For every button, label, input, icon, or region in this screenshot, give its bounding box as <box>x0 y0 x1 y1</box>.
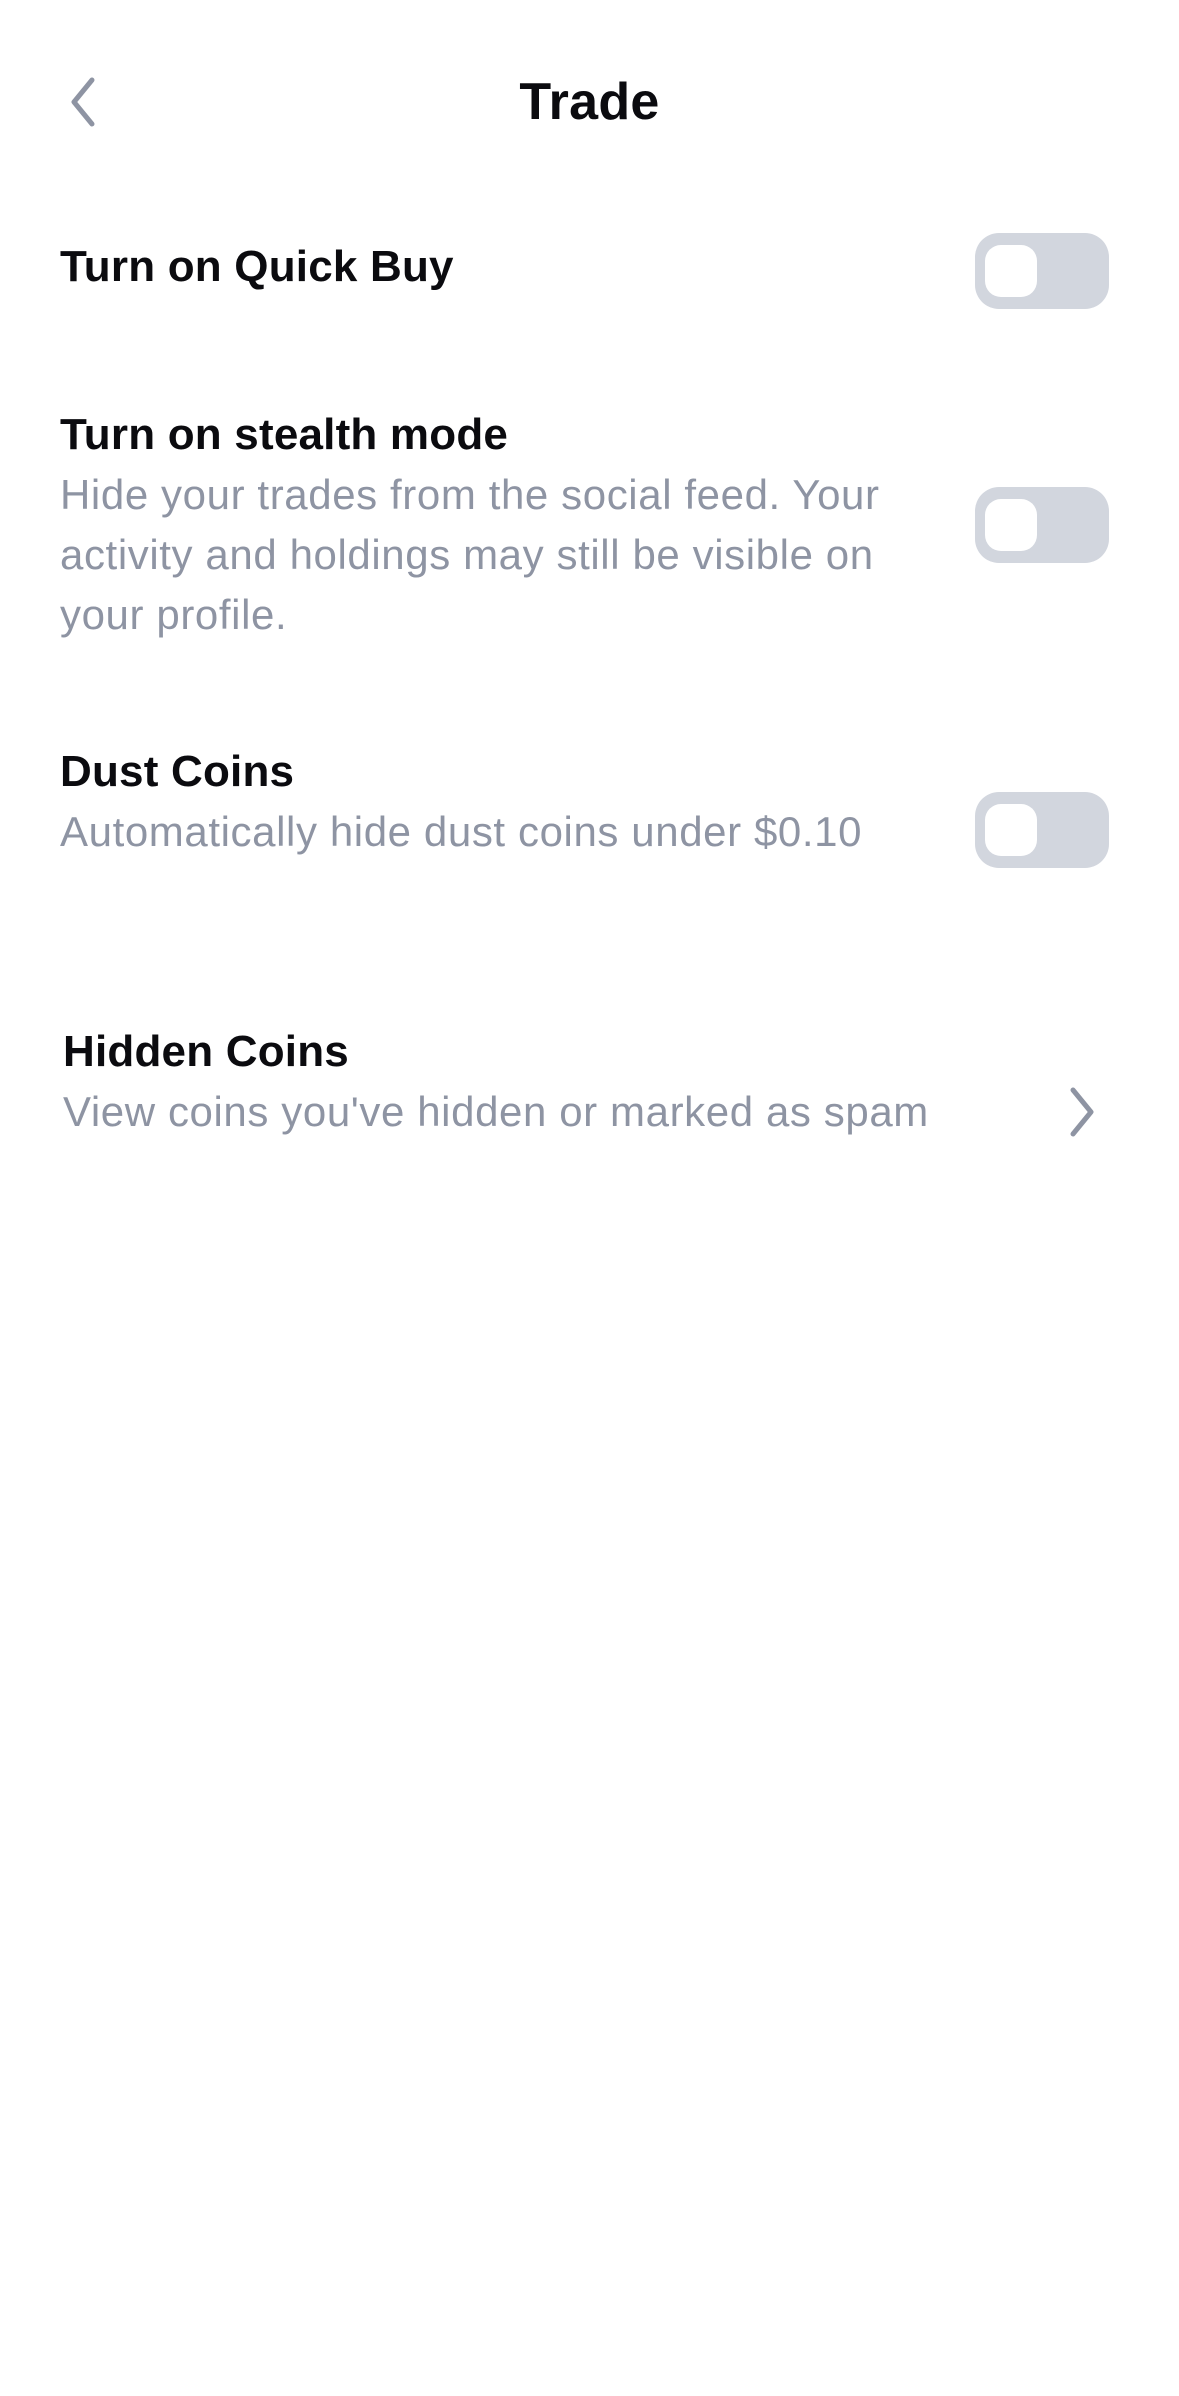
stealth-mode-title: Turn on stealth mode <box>60 410 509 459</box>
stealth-mode-toggle[interactable] <box>975 487 1109 563</box>
header: Trade <box>0 0 1179 205</box>
hidden-coins-row[interactable]: Hidden Coins View coins you've hidden or… <box>0 1022 1179 1202</box>
chevron-right-icon <box>1061 1082 1101 1142</box>
quick-buy-row: Turn on Quick Buy <box>0 225 1179 325</box>
toggle-knob <box>985 499 1037 551</box>
toggle-knob <box>985 245 1037 297</box>
dust-coins-title: Dust Coins <box>60 747 295 796</box>
dust-coins-toggle[interactable] <box>975 792 1109 868</box>
stealth-mode-description: Hide your trades from the social feed. Y… <box>60 471 880 638</box>
quick-buy-toggle[interactable] <box>975 233 1109 309</box>
toggle-knob <box>985 804 1037 856</box>
quick-buy-title: Turn on Quick Buy <box>60 242 454 291</box>
dust-coins-row: Dust Coins Automatically hide dust coins… <box>0 742 1179 922</box>
stealth-mode-row: Turn on stealth mode Hide your trades fr… <box>0 405 1179 645</box>
dust-coins-description: Automatically hide dust coins under $0.1… <box>60 808 863 855</box>
page-title: Trade <box>519 73 660 131</box>
hidden-coins-description: View coins you've hidden or marked as sp… <box>63 1088 929 1135</box>
hidden-coins-title: Hidden Coins <box>63 1027 349 1076</box>
